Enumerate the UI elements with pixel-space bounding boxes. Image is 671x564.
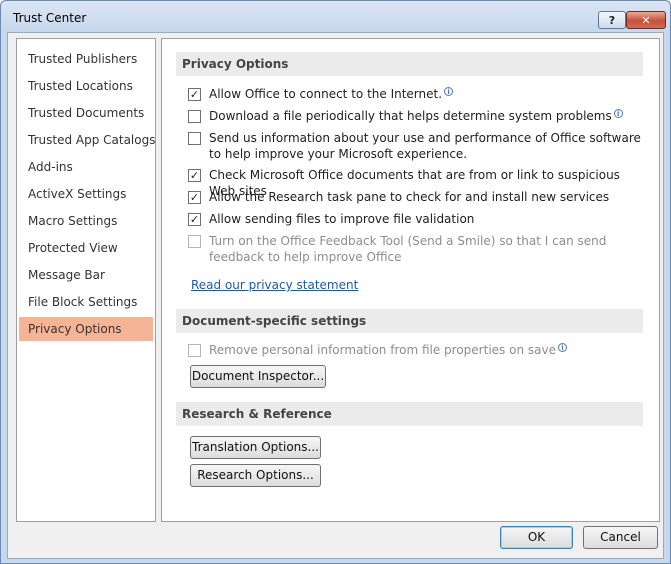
nav-item-trusted-publishers[interactable]: Trusted Publishers <box>19 47 153 71</box>
help-icon: ? <box>608 13 616 27</box>
option-label: Allow the Research task pane to check fo… <box>209 190 610 204</box>
option-label: Allow sending files to improve file vali… <box>209 212 475 226</box>
research-pane-services-checkbox[interactable]: ✓ <box>188 191 201 204</box>
nav-item-activex-settings[interactable]: ActiveX Settings <box>19 182 153 206</box>
research-options-button[interactable]: Research Options... <box>190 464 321 487</box>
send-usage-info-option[interactable]: Send us information about your use and p… <box>188 130 643 162</box>
remove-personal-info-checkbox <box>188 344 201 357</box>
info-icon: i <box>557 343 567 352</box>
research-reference-heading: Research & Reference <box>176 402 643 426</box>
option-label: Remove personal information from file pr… <box>209 343 556 357</box>
feedback-tool-checkbox <box>188 235 201 248</box>
send-usage-info-checkbox[interactable] <box>188 132 201 145</box>
dialog-body: Trusted Publishers Trusted Locations Tru… <box>7 32 664 559</box>
feedback-tool-option: Turn on the Office Feedback Tool (Send a… <box>188 233 643 265</box>
file-validation-option[interactable]: ✓ Allow sending files to improve file va… <box>188 211 643 227</box>
download-diagnostics-option[interactable]: Download a file periodically that helps … <box>188 108 643 124</box>
nav-item-protected-view[interactable]: Protected View <box>19 236 153 260</box>
close-icon: ✕ <box>641 13 651 27</box>
trust-center-dialog: Trust Center ? ✕ Trusted Publishers Trus… <box>0 0 671 564</box>
check-suspicious-sites-checkbox[interactable]: ✓ <box>188 169 201 182</box>
nav-item-message-bar[interactable]: Message Bar <box>19 263 153 287</box>
option-label: Send us information about your use and p… <box>209 131 641 161</box>
dialog-title: Trust Center <box>13 11 87 25</box>
remove-personal-info-option: Remove personal information from file pr… <box>188 342 643 358</box>
nav-item-privacy-options[interactable]: Privacy Options <box>19 317 153 341</box>
nav-item-add-ins[interactable]: Add-ins <box>19 155 153 179</box>
nav-item-file-block-settings[interactable]: File Block Settings <box>19 290 153 314</box>
help-button[interactable]: ? <box>598 11 626 29</box>
download-diagnostics-checkbox[interactable] <box>188 110 201 123</box>
research-pane-services-option[interactable]: ✓ Allow the Research task pane to check … <box>188 189 643 205</box>
translation-options-button[interactable]: Translation Options... <box>190 436 321 459</box>
option-label: Download a file periodically that helps … <box>209 109 612 123</box>
file-validation-checkbox[interactable]: ✓ <box>188 213 201 226</box>
cancel-button[interactable]: Cancel <box>583 526 658 549</box>
allow-internet-checkbox[interactable]: ✓ <box>188 88 201 101</box>
category-nav: Trusted Publishers Trusted Locations Tru… <box>16 38 156 522</box>
info-icon: i <box>444 87 454 96</box>
ok-button[interactable]: OK <box>500 526 573 549</box>
document-settings-heading: Document-specific settings <box>176 309 643 333</box>
allow-internet-option[interactable]: ✓ Allow Office to connect to the Interne… <box>188 86 643 102</box>
option-label: Allow Office to connect to the Internet. <box>209 87 443 101</box>
settings-panel: Privacy Options ✓ Allow Office to connec… <box>161 38 660 522</box>
nav-item-trusted-locations[interactable]: Trusted Locations <box>19 74 153 98</box>
option-label: Turn on the Office Feedback Tool (Send a… <box>209 234 607 264</box>
nav-item-macro-settings[interactable]: Macro Settings <box>19 209 153 233</box>
privacy-options-heading: Privacy Options <box>176 52 643 76</box>
info-icon: i <box>613 109 623 118</box>
nav-item-trusted-app-catalogs[interactable]: Trusted App Catalogs <box>19 128 155 152</box>
document-inspector-button[interactable]: Document Inspector... <box>190 365 326 388</box>
privacy-statement-link[interactable]: Read our privacy statement <box>191 278 358 292</box>
nav-item-trusted-documents[interactable]: Trusted Documents <box>19 101 153 125</box>
close-button[interactable]: ✕ <box>626 11 666 29</box>
